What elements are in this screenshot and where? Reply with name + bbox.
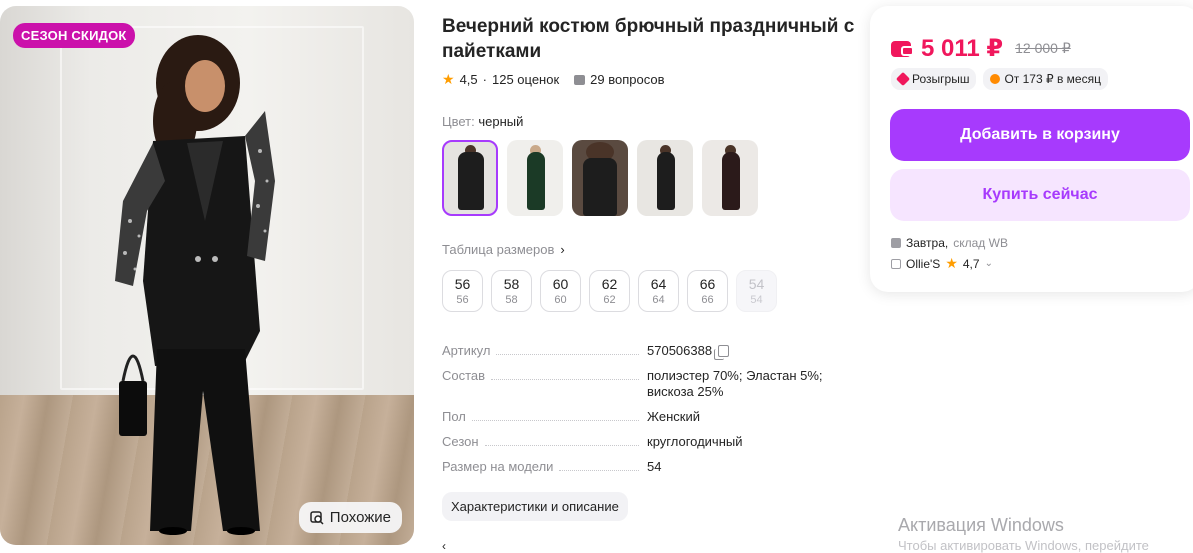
- price-chips: Розыгрыш От 173 ₽ в месяц: [891, 68, 1108, 90]
- size-main: 66: [699, 276, 716, 292]
- reviews-link[interactable]: 125 оценок: [492, 72, 559, 87]
- param-value: 570506388: [647, 343, 713, 358]
- product-params: Артикул 570506388 Состав полиэстер 70%; …: [442, 343, 842, 484]
- param-value: полиэстер 70%; Эластан 5%; вискоза 25%: [647, 368, 823, 399]
- param-row: Размер на модели 54: [442, 459, 842, 475]
- size-main: 60: [552, 276, 569, 292]
- similar-products-label: Похожие: [329, 509, 391, 526]
- size-table-label: Таблица размеров: [442, 242, 555, 257]
- windows-activation-title: Активация Windows: [898, 515, 1064, 535]
- rating-row: ★ 4,5 · 125 оценок 29 вопросов: [442, 71, 665, 88]
- size-main: 56: [454, 276, 471, 292]
- similar-products-button[interactable]: Похожие: [298, 502, 402, 533]
- size-option[interactable]: 56 56: [442, 270, 483, 312]
- price-row: 5 011 ₽ 12 000 ₽: [891, 34, 1071, 63]
- color-thumbnail[interactable]: [442, 140, 498, 216]
- seller-rating: 4,7: [962, 256, 980, 271]
- color-label-name: Цвет:: [442, 114, 475, 129]
- param-name: Пол: [442, 409, 466, 424]
- box-icon: [891, 238, 901, 248]
- param-name: Артикул: [442, 343, 491, 358]
- color-thumbnail[interactable]: [637, 140, 693, 216]
- size-option[interactable]: 64 64: [638, 270, 679, 312]
- param-name: Размер на модели: [442, 459, 554, 474]
- param-value: круглогодичный: [647, 434, 743, 449]
- size-table-link[interactable]: Таблица размеров ›: [442, 242, 565, 257]
- size-sub: 60: [554, 294, 567, 306]
- size-option[interactable]: 58 58: [491, 270, 532, 312]
- size-option-unavailable[interactable]: 54 54: [736, 270, 777, 312]
- param-row: Состав полиэстер 70%; Эластан 5%; вискоз…: [442, 368, 842, 400]
- color-thumbnail[interactable]: [572, 140, 628, 216]
- product-title: Вечерний костюм брючный праздничный с па…: [442, 16, 855, 62]
- chevron-right-icon: ›: [560, 242, 565, 257]
- param-value: Женский: [647, 409, 700, 424]
- questions-link[interactable]: 29 вопросов: [590, 72, 664, 87]
- param-name: Состав: [442, 368, 486, 383]
- model-figure: [115, 35, 275, 535]
- size-sub: 62: [603, 294, 616, 306]
- rating-separator: ·: [482, 72, 487, 87]
- rating-value: 4,5: [459, 72, 478, 87]
- size-option[interactable]: 60 60: [540, 270, 581, 312]
- sale-season-badge: СЕЗОН СКИДОК: [13, 23, 135, 48]
- star-icon: ★: [945, 255, 958, 271]
- size-selector: 56 56 58 58 60 60 62 62 64 64 66 66 54 54: [442, 270, 777, 312]
- param-name: Сезон: [442, 434, 479, 449]
- product-main-image[interactable]: СЕЗОН СКИДОК Похожие: [0, 6, 414, 545]
- size-main: 64: [650, 276, 667, 292]
- param-row: Артикул 570506388: [442, 343, 842, 360]
- question-icon: [574, 74, 586, 85]
- delivery-warehouse: склад WB: [953, 236, 1008, 250]
- raffle-label: Розыгрыш: [912, 72, 970, 86]
- add-to-cart-button[interactable]: Добавить в корзину: [890, 109, 1190, 161]
- copy-icon[interactable]: [714, 345, 730, 360]
- color-thumbnail[interactable]: [507, 140, 563, 216]
- size-main: 54: [748, 276, 765, 292]
- old-price: 12 000 ₽: [1015, 40, 1071, 56]
- color-thumbnails: [442, 140, 758, 216]
- chevron-left-icon[interactable]: ‹: [442, 539, 446, 553]
- param-row: Сезон круглогодичный: [442, 434, 842, 450]
- seller-name: Ollie'S: [906, 256, 941, 271]
- raffle-chip[interactable]: Розыгрыш: [891, 68, 977, 90]
- wallet-icon: [891, 40, 914, 57]
- similar-search-icon: [310, 510, 324, 525]
- size-sub: 66: [701, 294, 714, 306]
- installment-label: От 173 ₽ в месяц: [1004, 72, 1101, 86]
- seller-info[interactable]: Ollie'S ★ 4,7 ⌄: [891, 255, 993, 272]
- delivery-info: Завтра, склад WB: [891, 236, 1008, 250]
- size-sub: 54: [750, 294, 763, 306]
- installment-chip[interactable]: От 173 ₽ в месяц: [983, 68, 1108, 90]
- color-label: Цвет: черный: [442, 114, 523, 129]
- chevron-down-icon: ⌄: [984, 258, 993, 269]
- size-sub: 64: [652, 294, 665, 306]
- raffle-icon: [895, 71, 911, 87]
- star-icon: ★: [442, 71, 455, 87]
- delivery-day: Завтра,: [906, 236, 949, 250]
- size-sub: 56: [456, 294, 469, 306]
- color-value: черный: [478, 114, 524, 129]
- characteristics-description-button[interactable]: Характеристики и описание: [442, 492, 628, 521]
- shop-icon: [891, 258, 901, 269]
- windows-activation-subtitle: Чтобы активировать Windows, перейдите: [898, 538, 1149, 553]
- param-value: 54: [647, 459, 662, 474]
- size-option[interactable]: 66 66: [687, 270, 728, 312]
- current-price: 5 011 ₽: [921, 35, 1004, 62]
- color-thumbnail[interactable]: [702, 140, 758, 216]
- size-main: 58: [503, 276, 520, 292]
- buy-now-button[interactable]: Купить сейчас: [890, 169, 1190, 221]
- size-sub: 58: [505, 294, 518, 306]
- price-card: 5 011 ₽ 12 000 ₽ Розыгрыш От 173 ₽ в мес…: [870, 6, 1193, 292]
- installment-icon: [990, 74, 1001, 84]
- size-main: 62: [601, 276, 618, 292]
- size-option[interactable]: 62 62: [589, 270, 630, 312]
- param-row: Пол Женский: [442, 409, 842, 425]
